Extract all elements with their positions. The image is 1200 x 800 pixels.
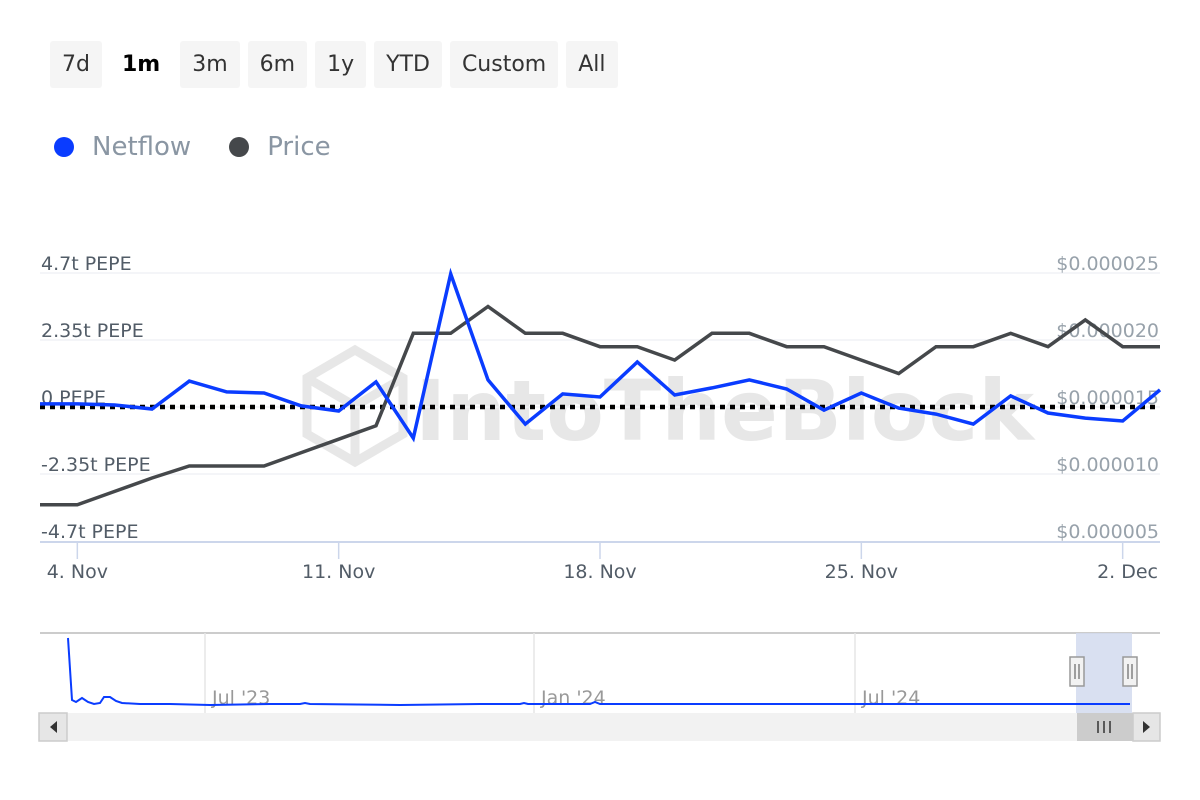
range-button-1y[interactable]: 1y: [315, 41, 367, 88]
range-selector: 7d 1m 3m 6m 1y YTD Custom All: [50, 41, 618, 88]
netflow-price-chart: IntoTheBlock 4.7t PEPE 2.35t PEPE 0 PEPE -2…: [38, 253, 1162, 742]
navigator-left-handle[interactable]: [1069, 656, 1085, 687]
left-axis-tick-label: -4.7t PEPE: [41, 521, 139, 543]
x-axis-tick-label: 4. Nov: [47, 561, 108, 583]
left-axis-tick-label: 2.35t PEPE: [41, 320, 144, 342]
right-axis-tick-label: $0.000005: [1056, 521, 1159, 543]
legend-item-price[interactable]: Price: [229, 132, 331, 162]
scroll-right-button[interactable]: [1132, 712, 1161, 742]
range-button-7d[interactable]: 7d: [50, 41, 102, 88]
navigator-scrollbar-track[interactable]: [40, 713, 1160, 741]
navigator-selection[interactable]: [1076, 633, 1132, 713]
watermark-text: IntoTheBlock: [415, 362, 1036, 460]
x-axis-tick-label: 11. Nov: [302, 561, 375, 583]
right-axis-tick-label: $0.000015: [1056, 387, 1159, 409]
navigator-label: Jul '24: [861, 687, 920, 709]
right-axis-tick-label: $0.000010: [1056, 454, 1159, 476]
watermark-logo-icon: [302, 344, 408, 468]
left-axis-tick-label: 0 PEPE: [41, 387, 106, 409]
scroll-left-button[interactable]: [38, 712, 68, 742]
arrow-left-icon: [50, 721, 57, 733]
navigator-right-handle[interactable]: [1122, 656, 1138, 687]
series-line-netflow[interactable]: [40, 267, 1162, 443]
scrollbar-thumb[interactable]: [1077, 713, 1133, 741]
x-axis-tick-label: 18. Nov: [563, 561, 636, 583]
legend-label-price: Price: [267, 132, 331, 162]
right-axis-tick-label: $0.000020: [1056, 320, 1159, 342]
x-axis-tick-label: 25. Nov: [825, 561, 898, 583]
range-button-all[interactable]: All: [566, 41, 618, 88]
navigator-label: Jan '24: [540, 687, 606, 709]
range-button-3m[interactable]: 3m: [180, 41, 240, 88]
right-axis-tick-label: $0.000025: [1056, 253, 1159, 275]
price-legend-dot-icon: [229, 137, 250, 157]
left-axis-tick-label: 4.7t PEPE: [41, 253, 132, 275]
series-line-price[interactable]: [40, 304, 1160, 507]
legend-label-netflow: Netflow: [92, 132, 192, 162]
range-button-custom[interactable]: Custom: [449, 41, 559, 88]
navigator-label: Jul '23: [211, 687, 270, 709]
x-axis-tick-label: 2. Dec: [1097, 561, 1158, 583]
range-button-ytd[interactable]: YTD: [374, 41, 442, 88]
netflow-legend-dot-icon: [54, 137, 74, 157]
range-button-6m[interactable]: 6m: [247, 41, 308, 88]
navigator-series: [67, 637, 1130, 707]
left-axis-tick-label: -2.35t PEPE: [41, 454, 151, 476]
legend-item-netflow[interactable]: Netflow: [54, 132, 191, 162]
range-button-1m[interactable]: 1m: [110, 41, 172, 88]
watermark: IntoTheBlock: [302, 344, 1036, 468]
chart-legend: Netflow Price: [54, 132, 331, 162]
arrow-right-icon: [1143, 721, 1150, 733]
